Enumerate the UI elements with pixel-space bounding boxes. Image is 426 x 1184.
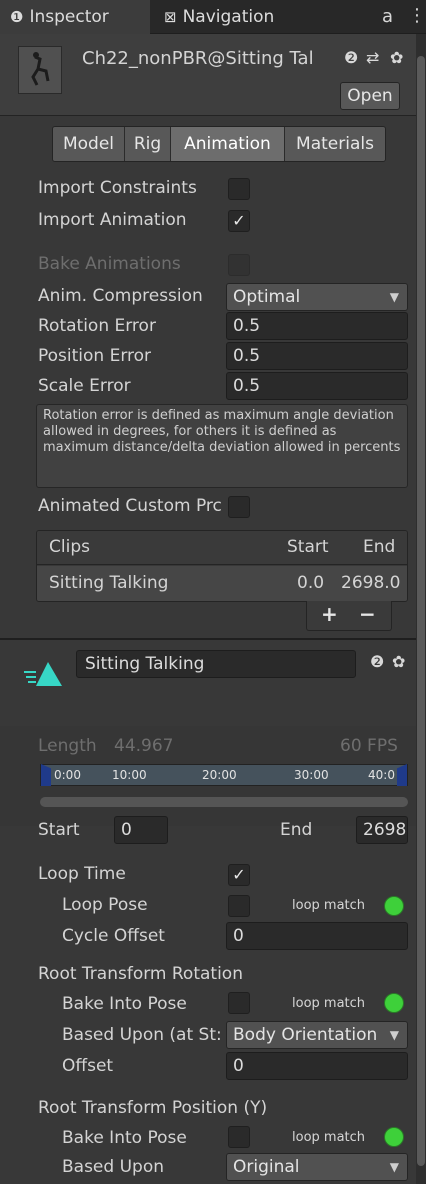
tab-rig[interactable]: Rig: [125, 127, 171, 161]
anim-compression-value: Optimal: [233, 287, 301, 307]
rotation-offset-field[interactable]: 0: [226, 1052, 408, 1080]
root-rotation-header: Root Transform Rotation: [38, 964, 243, 984]
lock-icon[interactable]: a: [382, 6, 393, 27]
position-based-upon-dropdown[interactable]: Original ▼: [226, 1153, 408, 1181]
animated-custom-properties-label: Animated Custom Prc: [38, 496, 222, 516]
end-field[interactable]: 2698: [356, 816, 408, 844]
position-error-label: Position Error: [38, 346, 152, 366]
tab-navigation[interactable]: ⊠ Navigation: [164, 0, 304, 34]
gear-icon[interactable]: ✿: [390, 48, 403, 67]
anim-compression-label: Anim. Compression: [38, 286, 203, 306]
help-icon[interactable]: ❷: [344, 48, 358, 67]
help-icon[interactable]: ❷: [370, 652, 384, 671]
clips-add-remove: + −: [306, 601, 392, 631]
timeline-tick: 0:00: [54, 768, 81, 782]
position-based-upon-label: Based Upon: [62, 1157, 164, 1177]
root-position-y-header: Root Transform Position (Y): [38, 1098, 268, 1118]
more-menu-icon[interactable]: ⋮: [408, 5, 426, 26]
inspector-scrollbar-thumb[interactable]: [417, 56, 425, 1166]
bake-animations-label: Bake Animations: [38, 254, 181, 274]
end-label: End: [280, 820, 313, 840]
import-animation-checkbox[interactable]: ✓: [228, 210, 250, 232]
navigation-icon: ⊠: [164, 8, 177, 26]
timeline-tick: 30:00: [294, 768, 329, 782]
rotation-bake-into-pose-checkbox[interactable]: [228, 992, 250, 1014]
loop-match-indicator-icon: [384, 993, 404, 1013]
clip-row-name: Sitting Talking: [49, 573, 169, 593]
timeline-tick: 20:00: [202, 768, 237, 782]
open-button[interactable]: Open: [340, 82, 400, 110]
loop-pose-label: Loop Pose: [62, 895, 148, 915]
loop-time-checkbox[interactable]: ✓: [228, 864, 250, 886]
tab-materials[interactable]: Materials: [285, 127, 385, 161]
rotation-offset-label: Offset: [62, 1056, 114, 1076]
scale-error-field[interactable]: 0.5: [226, 372, 408, 400]
position-bake-into-pose-label: Bake Into Pose: [62, 1128, 187, 1148]
rotation-error-label: Rotation Error: [38, 316, 156, 336]
rotation-error-field[interactable]: 0.5: [226, 312, 408, 340]
clip-row-start: 0.0: [297, 573, 325, 593]
table-row[interactable]: Sitting Talking 0.0 2698.0: [37, 566, 407, 601]
fps-value: 60 FPS: [340, 736, 398, 756]
tab-inspector-label: Inspector: [29, 7, 109, 27]
loop-pose-checkbox[interactable]: [228, 895, 250, 917]
tab-model[interactable]: Model: [53, 127, 125, 161]
tab-navigation-label: Navigation: [182, 7, 275, 27]
importer-toolbar: Model Rig Animation Materials: [52, 126, 386, 162]
position-error-field[interactable]: 0.5: [226, 342, 408, 370]
rotation-based-upon-label: Based Upon (at St:: [62, 1025, 222, 1045]
preset-icon[interactable]: ⇄: [366, 48, 379, 67]
clips-list-header: Clips Start End: [37, 531, 407, 565]
rotation-based-upon-dropdown[interactable]: Body Orientation ▼: [226, 1021, 408, 1049]
position-bake-into-pose-checkbox[interactable]: [228, 1126, 250, 1148]
animated-custom-properties-checkbox[interactable]: [228, 496, 250, 518]
gear-icon[interactable]: ✿: [392, 652, 405, 671]
cycle-offset-label: Cycle Offset: [62, 926, 165, 946]
animation-clip-icon: [22, 660, 64, 693]
info-icon: ❶: [10, 8, 24, 26]
chevron-down-icon: ▼: [389, 1160, 399, 1174]
loop-match-label: loop match: [292, 898, 366, 913]
import-constraints-checkbox[interactable]: [228, 178, 250, 200]
anim-compression-dropdown[interactable]: Optimal ▼: [226, 283, 408, 311]
cycle-offset-field[interactable]: 0: [226, 922, 408, 950]
chevron-down-icon: ▼: [389, 290, 399, 304]
rotation-bake-into-pose-label: Bake Into Pose: [62, 994, 187, 1014]
tab-inspector[interactable]: ❶ Inspector: [0, 0, 150, 34]
section-divider: [0, 638, 416, 640]
timeline-tick: 40:0: [368, 768, 395, 782]
asset-title: Ch22_nonPBR@Sitting Tal: [82, 48, 314, 69]
start-label: Start: [38, 820, 80, 840]
clips-list: Clips Start End Sitting Talking 0.0 2698…: [36, 530, 408, 602]
loop-time-label: Loop Time: [38, 864, 126, 884]
tab-animation[interactable]: Animation: [171, 127, 285, 161]
asset-thumbnail: [18, 46, 62, 94]
scale-error-label: Scale Error: [38, 376, 131, 396]
loop-match-label: loop match: [292, 996, 366, 1011]
clips-column-header: Clips: [49, 537, 90, 557]
import-animation-label: Import Animation: [38, 210, 187, 230]
bake-animations-checkbox: [228, 254, 250, 276]
rotation-based-upon-value: Body Orientation: [233, 1025, 378, 1045]
start-column-header: Start: [287, 537, 329, 557]
loop-match-indicator-icon: [384, 1127, 404, 1147]
clip-name-field[interactable]: Sitting Talking: [76, 650, 356, 678]
loop-match-label: loop match: [292, 1130, 366, 1145]
import-constraints-label: Import Constraints: [38, 178, 197, 198]
start-field[interactable]: 0: [114, 816, 168, 844]
chevron-down-icon: ▼: [389, 1028, 399, 1042]
clip-row-end: 2698.0: [341, 573, 401, 593]
length-label: Length: [38, 736, 97, 756]
help-box: Rotation error is defined as maximum ang…: [36, 404, 408, 488]
timeline-tick: 10:00: [112, 768, 147, 782]
add-clip-button[interactable]: +: [321, 602, 338, 626]
timeline-scrollbar[interactable]: [40, 797, 408, 807]
position-based-upon-value: Original: [233, 1157, 300, 1177]
end-column-header: End: [363, 537, 396, 557]
loop-match-indicator-icon: [384, 896, 404, 916]
remove-clip-button[interactable]: −: [359, 602, 376, 626]
length-value: 44.967: [114, 736, 174, 756]
